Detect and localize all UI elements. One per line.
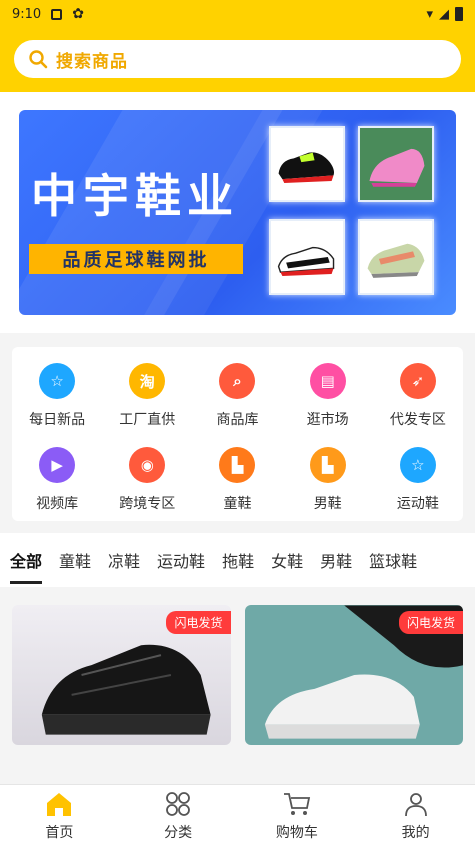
search-input[interactable]: 搜索商品 bbox=[14, 40, 461, 78]
star-icon: ☆ bbox=[399, 447, 436, 483]
banner-title: 中宇鞋业 bbox=[31, 169, 239, 223]
category-label: 工厂直供 bbox=[119, 412, 176, 428]
product-tabs: 全部 童鞋 凉鞋 运动鞋 拖鞋 女鞋 男鞋 篮球鞋 bbox=[0, 533, 475, 587]
cart-icon bbox=[283, 792, 310, 815]
banner-subtitle: 品质足球鞋网批 bbox=[29, 244, 243, 274]
banner-shoe-image bbox=[358, 219, 434, 295]
boot-icon: ▙ bbox=[219, 447, 256, 483]
banner-shoe-image bbox=[358, 126, 434, 202]
tab-7[interactable]: 篮球鞋 bbox=[369, 548, 417, 572]
category-label: 每日新品 bbox=[29, 412, 86, 428]
tab-category-label: 分类 bbox=[164, 824, 193, 841]
category-label: 男鞋 bbox=[313, 496, 342, 512]
tab-category[interactable]: 分类 bbox=[119, 785, 238, 846]
category-label: 跨境专区 bbox=[119, 496, 176, 512]
rocket-icon: ➶ bbox=[399, 363, 436, 399]
category-label: 童鞋 bbox=[223, 496, 252, 512]
tab-2[interactable]: 凉鞋 bbox=[108, 548, 140, 572]
category-item[interactable]: 淘工厂直供 bbox=[102, 363, 192, 429]
category-label: 视频库 bbox=[36, 496, 79, 512]
shop-icon: ▤ bbox=[309, 363, 346, 399]
video-icon: ▶ bbox=[39, 447, 76, 483]
category-label: 逛市场 bbox=[306, 412, 349, 428]
fast-shipping-badge: 闪电发货 bbox=[166, 611, 231, 634]
category-item[interactable]: ▙ 男鞋 bbox=[283, 447, 373, 513]
wifi-icon: ▾ bbox=[426, 6, 433, 22]
tab-home[interactable]: 首页 bbox=[0, 785, 119, 846]
signal-icon: ◢ bbox=[439, 6, 449, 22]
category-item[interactable]: ☆ 运动鞋 bbox=[373, 447, 463, 513]
tab-cart[interactable]: 购物车 bbox=[238, 785, 357, 846]
category-icon bbox=[166, 791, 191, 816]
category-item[interactable]: ▤ 逛市场 bbox=[283, 363, 373, 429]
home-icon bbox=[47, 792, 72, 816]
promo-banner[interactable]: 中宇鞋业 品质足球鞋网批 bbox=[19, 110, 456, 315]
banner-shoe-image bbox=[269, 219, 345, 295]
category-label: 运动鞋 bbox=[396, 496, 439, 512]
banner-shoe-image bbox=[269, 126, 345, 202]
boot-icon: ▙ bbox=[309, 447, 346, 483]
user-icon bbox=[404, 792, 427, 816]
category-label: 代发专区 bbox=[389, 412, 446, 428]
tab-profile-label: 我的 bbox=[401, 824, 430, 841]
tab-4[interactable]: 拖鞋 bbox=[222, 548, 254, 572]
header: 搜索商品 bbox=[0, 28, 475, 92]
product-list: 闪电发货 闪电发货 bbox=[0, 587, 475, 745]
status-time: 9:10 bbox=[12, 6, 42, 22]
tab-home-label: 首页 bbox=[45, 824, 74, 841]
category-item[interactable]: ◉ 跨境专区 bbox=[102, 447, 192, 513]
bottom-tab-bar: 首页 分类 购物车 我的 bbox=[0, 784, 475, 846]
tab-cart-label: 购物车 bbox=[275, 824, 318, 841]
product-card[interactable]: 闪电发货 bbox=[12, 605, 231, 745]
fast-shipping-badge: 闪电发货 bbox=[398, 611, 463, 634]
tab-profile[interactable]: 我的 bbox=[356, 785, 475, 846]
category-item[interactable]: ▶ 视频库 bbox=[12, 447, 102, 513]
search-placeholder: 搜索商品 bbox=[56, 51, 128, 72]
app-notification-icon: ✿ bbox=[72, 6, 84, 22]
search-icon bbox=[29, 50, 48, 69]
tab-3[interactable]: 运动鞋 bbox=[157, 548, 205, 572]
banner-container: 中宇鞋业 品质足球鞋网批 bbox=[0, 92, 475, 333]
cross-border-icon: ◉ bbox=[129, 447, 166, 483]
battery-icon bbox=[455, 7, 463, 21]
status-bar: 9:10 ✿ ▾ ◢ bbox=[0, 0, 475, 28]
taobao-icon: 淘 bbox=[129, 363, 166, 399]
notification-icon bbox=[51, 8, 63, 20]
category-grid: ☆ 每日新品淘工厂直供 ⌕ 商品库 ▤ 逛市场 ➶ 代发专区 ▶ 视频库 ◉ 跨境专区 ▙ 童鞋 ▙ 男鞋 ☆ 运… bbox=[12, 347, 463, 521]
tab-5[interactable]: 女鞋 bbox=[271, 548, 303, 572]
category-label: 商品库 bbox=[216, 412, 259, 428]
tab-6[interactable]: 男鞋 bbox=[320, 548, 352, 572]
product-card[interactable]: 闪电发货 bbox=[244, 605, 463, 745]
tab-1[interactable]: 童鞋 bbox=[59, 548, 91, 572]
star-icon: ☆ bbox=[39, 363, 76, 399]
tab-0[interactable]: 全部 bbox=[10, 548, 43, 584]
category-item[interactable]: ☆ 每日新品 bbox=[12, 363, 102, 429]
category-item[interactable]: ⌕ 商品库 bbox=[192, 363, 282, 429]
category-item[interactable]: ▙ 童鞋 bbox=[192, 447, 282, 513]
search-goods-icon: ⌕ bbox=[219, 363, 256, 399]
category-item[interactable]: ➶ 代发专区 bbox=[373, 363, 463, 429]
